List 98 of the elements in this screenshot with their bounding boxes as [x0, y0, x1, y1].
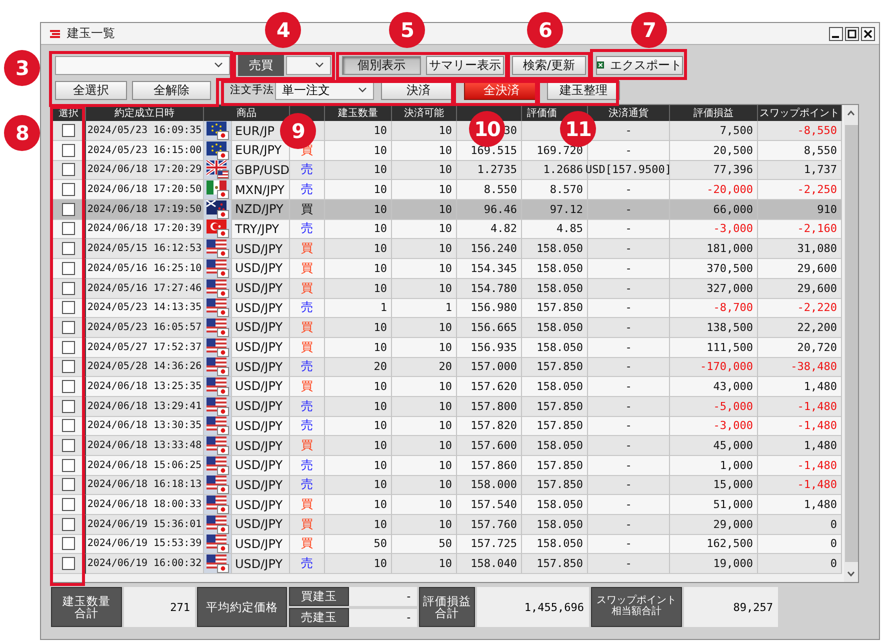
checkbox[interactable] — [62, 202, 74, 216]
table-row[interactable]: 2024/05/23 14:13:35 USD/JPY 売 1 1 156.980 157.850 - -8,700 -2,220 — [52, 298, 842, 318]
checkbox[interactable] — [62, 301, 74, 314]
summary-label: 平均約定価格 — [197, 587, 287, 627]
deselect-all-button[interactable]: 全解除 — [132, 80, 211, 100]
table-row[interactable]: 2024/06/18 16:18:13 USD/JPY 売 10 10 158.000 157.850 - 15,000 -1,480 — [52, 475, 842, 496]
table-row[interactable]: 2024/05/16 17:27:46 USD/JPY 買 10 10 154.780 158.050 - 327,000 29,600 — [52, 278, 842, 298]
checkbox[interactable] — [62, 340, 74, 354]
table-cell: 19,000 — [670, 554, 758, 574]
column-header[interactable]: 商品 — [236, 106, 256, 120]
filter-dropdown[interactable] — [55, 56, 230, 74]
table-row[interactable]: 2024/06/19 15:53:39 USD/JPY 買 50 50 157.725 158.050 - 162,500 0 — [52, 534, 842, 554]
table-cell: 0 — [758, 554, 842, 574]
column-header[interactable]: スワップポイント — [760, 106, 840, 120]
table-row[interactable]: 2024/06/19 15:36:01 USD/JPY 買 10 10 157.760 158.050 - 29,000 0 — [52, 514, 842, 534]
scrollbar-thumb[interactable] — [844, 125, 858, 562]
summary-label: スワップポイント相当額合計 — [595, 596, 678, 618]
callout-number: 3 — [4, 50, 40, 86]
callout-number: 7 — [631, 12, 667, 48]
table-row[interactable]: 2024/06/18 15:06:25 USD/JPY 売 10 10 157.860 157.850 - 1,000 -1,480 — [52, 456, 842, 476]
table-row[interactable]: 2024/05/16 16:25:10 USD/JPY 買 10 10 154.345 158.050 - 370,500 29,600 — [52, 258, 842, 278]
table-row[interactable]: 2024/05/27 17:52:37 USD/JPY 買 10 10 156.935 158.050 - 111,500 20,720 — [52, 338, 842, 358]
checkbox[interactable] — [62, 419, 74, 432]
checkbox[interactable] — [62, 242, 74, 256]
table-cell: 157.850 — [522, 554, 588, 574]
table-cell: 10 — [325, 554, 392, 574]
table-row[interactable]: 2024/05/28 14:36:26 USD/JPY 売 20 20 157.000 157.850 - -170,000 -38,480 — [52, 357, 842, 377]
summary-label: 買建玉 — [289, 587, 349, 606]
checkbox[interactable] — [62, 458, 74, 472]
checkbox[interactable] — [62, 518, 74, 531]
summary-label: 売建玉 — [289, 608, 349, 627]
order-method-label: 注文手法 — [230, 83, 274, 97]
table-row[interactable]: 2024/06/18 17:20:39 TRY/JPY 売 10 10 4.82 4.85 - -3,000 -2,160 — [52, 219, 842, 240]
summary-value: 1,455,696 — [477, 587, 589, 627]
table-row[interactable]: 2024/06/18 17:19:50 NZD/JPY 買 10 10 96.46 97.12 - 66,000 910 — [52, 200, 842, 220]
select-all-button[interactable]: 全選択 — [55, 80, 127, 100]
callout-number: 6 — [527, 12, 563, 48]
table-row[interactable]: 2024/06/18 13:30:35 USD/JPY 売 10 10 157.820 157.850 - -3,000 -1,480 — [52, 416, 842, 436]
checkbox[interactable] — [62, 282, 74, 294]
summary-label: 評価損益合計 — [422, 594, 472, 620]
callout-number: 8 — [4, 115, 40, 151]
table-cell: 売 — [290, 554, 325, 574]
column-header[interactable]: 評価価 — [527, 106, 557, 120]
side-dropdown[interactable] — [286, 56, 331, 74]
table-row[interactable]: 2024/05/23 16:05:57 USD/JPY 買 10 10 156.665 158.050 - 138,500 22,200 — [52, 318, 842, 338]
app-logo-icon — [49, 28, 61, 40]
checkbox[interactable] — [62, 498, 74, 512]
caret-icon — [214, 62, 223, 68]
summary-value: 89,257 — [684, 587, 778, 627]
caret-icon — [358, 87, 367, 93]
table-row[interactable]: 2024/06/18 13:29:41 USD/JPY 売 10 10 157.800 157.850 - -5,000 -1,480 — [52, 396, 842, 416]
column-header[interactable]: 決済可能 — [404, 106, 444, 120]
checkbox[interactable] — [62, 262, 74, 275]
checkbox[interactable] — [62, 439, 74, 452]
table-cell: 158.040 — [457, 554, 522, 574]
column-header[interactable]: 約定成立日時 — [114, 106, 174, 120]
checkbox[interactable] — [62, 144, 74, 157]
search-update-button[interactable]: 検索/更新 — [512, 56, 586, 74]
window-title: 建玉一覧 — [67, 25, 115, 42]
column-header[interactable]: 決済通貨 — [608, 106, 648, 120]
checkbox[interactable] — [62, 537, 74, 550]
checkbox[interactable] — [62, 557, 74, 570]
table-cell: - — [588, 554, 670, 574]
column-header[interactable]: 建玉数量 — [338, 106, 378, 120]
maximize-button[interactable] — [845, 26, 859, 40]
table-row[interactable]: 2024/06/19 16:00:32 USD/JPY 売 10 10 158.040 157.850 - 19,000 0 — [52, 554, 842, 574]
export-button[interactable]: エクスポート — [596, 56, 683, 74]
summary-label: 建玉数量合計 — [62, 594, 112, 620]
table-row[interactable]: 2024/06/18 13:33:48 USD/JPY 買 10 10 157.600 158.050 - 45,000 1,480 — [52, 436, 842, 456]
table-row[interactable]: 2024/06/18 18:00:33 USD/JPY 買 10 10 157.540 158.050 - 51,000 1,480 — [52, 495, 842, 515]
table-row[interactable]: 2024/06/18 13:25:35 USD/JPY 買 10 10 157.620 158.050 - 43,000 1,480 — [52, 376, 842, 397]
column-header[interactable]: 評価損益 — [694, 106, 734, 120]
side-label: 売買 — [238, 54, 284, 76]
summary-value: - — [349, 608, 417, 627]
checkbox[interactable] — [62, 400, 74, 413]
checkbox[interactable] — [62, 124, 74, 137]
checkbox[interactable] — [62, 222, 74, 236]
table-row[interactable]: 2024/06/18 17:20:50 MXN/JPY 売 10 10 8.550 8.570 - -20,000 -2,250 — [52, 180, 842, 200]
view-tab[interactable]: 個別表示 — [342, 56, 421, 74]
checkbox[interactable] — [62, 478, 74, 492]
table-row[interactable]: 2024/05/15 16:12:53 USD/JPY 買 10 10 156.240 158.050 - 181,000 31,080 — [52, 239, 842, 259]
callout-number: 5 — [389, 12, 425, 48]
summary-value: 271 — [124, 587, 195, 627]
checkbox[interactable] — [62, 360, 74, 374]
checkbox[interactable] — [62, 380, 74, 393]
checkbox[interactable] — [62, 320, 74, 334]
checkbox[interactable] — [62, 183, 74, 196]
minimize-button[interactable] — [829, 26, 843, 40]
table-cell: 10 — [392, 554, 457, 574]
table-row[interactable]: 2024/06/18 17:20:29 GBP/USD 売 10 10 1.2735 1.2686 USD[157.9500] 77,396 1,737 — [52, 160, 842, 180]
checkbox[interactable] — [62, 163, 74, 176]
table-cell: USD/JPY — [232, 554, 290, 574]
callout-number: 4 — [265, 12, 301, 48]
summary-value: - — [349, 587, 417, 606]
spreadsheet-icon — [597, 59, 604, 71]
close-button[interactable] — [861, 26, 875, 40]
caret-icon — [315, 62, 324, 68]
view-tab[interactable]: サマリー表示 — [426, 56, 504, 74]
